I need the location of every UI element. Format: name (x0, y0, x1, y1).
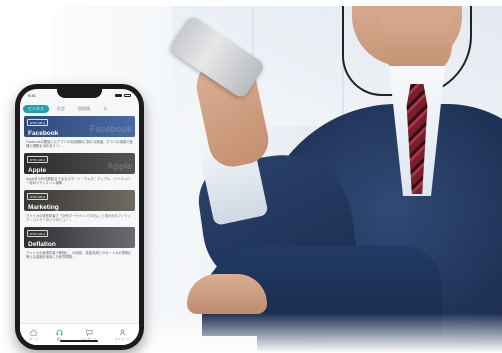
home-indicator (60, 340, 98, 342)
card-description: アメリカの経営学者で「近代マーケティングの父」と言われたフィリップ・コトラーのイ… (26, 214, 131, 223)
battery-icon (124, 93, 131, 97)
episode-badge: DTM 143.d (27, 156, 48, 163)
home-icon (30, 328, 37, 336)
nav-mypage[interactable]: マイページ (115, 329, 130, 341)
card-description: アメリカの経済学者で教授に。20世紀、技能熟成とサポートのの表明に係える金融を追… (26, 251, 132, 260)
phone-notch (57, 89, 102, 98)
tab-society[interactable]: 社会 (52, 105, 70, 113)
card-description: Apple社の作成開始まで出るスマート・ウォズこアップル、シリコンバー材料メディ… (26, 177, 130, 186)
card-title: Marketing (28, 204, 59, 211)
phone-mockup: 9:41 ビジネス 社会 国際情 ス DTM 145.d Facebook Fa… (15, 84, 144, 350)
status-time: 9:41 (28, 92, 36, 98)
man-resting-hand (187, 274, 267, 314)
nav-home[interactable]: ホーム (29, 328, 39, 341)
episode-card-apple[interactable]: DTM 143.d Apple Apple Apple社の作成開始まで出るスマー… (24, 153, 135, 186)
card-title: Apple (28, 167, 47, 174)
app-screen: 9:41 ビジネス 社会 国際情 ス DTM 145.d Facebook Fa… (20, 89, 139, 345)
episode-card-facebook[interactable]: DTM 145.d Facebook Facebook Facebookの開始し… (24, 116, 135, 149)
tab-business[interactable]: ビジネス (23, 104, 49, 113)
nav-messages[interactable]: メッセージ (82, 329, 97, 341)
card-title: Facebook (28, 130, 59, 137)
nav-label: ホーム (29, 336, 39, 341)
category-tabs: ビジネス 社会 国際情 ス (23, 104, 139, 113)
card-description: Facebookの開始したアプリの利用規約に新たな制度。グラフの領域で各種の課題… (26, 140, 133, 149)
episode-badge: DTM 139.d (27, 193, 48, 200)
card-title: Deflation (28, 241, 56, 248)
signal-icon (115, 93, 122, 97)
episode-badge: DTM 145.d (27, 119, 48, 126)
user-icon (119, 329, 126, 336)
message-icon (85, 329, 93, 336)
status-icons (115, 93, 131, 97)
headphones-icon (57, 329, 63, 335)
nav-listen[interactable]: 聴く (56, 329, 63, 341)
tab-international[interactable]: 国際情 (73, 105, 95, 113)
episode-feed: DTM 145.d Facebook Facebook Facebookの開始し… (24, 116, 135, 264)
episode-card-deflation[interactable]: DTM 141.d Deflation アメリカの経済学者で教授に。20世紀、技… (24, 227, 135, 260)
nav-label: マイページ (114, 336, 130, 341)
episode-badge: DTM 141.d (27, 230, 48, 237)
tab-more[interactable]: ス (98, 105, 112, 113)
episode-card-marketing[interactable]: DTM 139.d Marketing アメリカの経営学者で「近代マーケティング… (24, 190, 135, 223)
